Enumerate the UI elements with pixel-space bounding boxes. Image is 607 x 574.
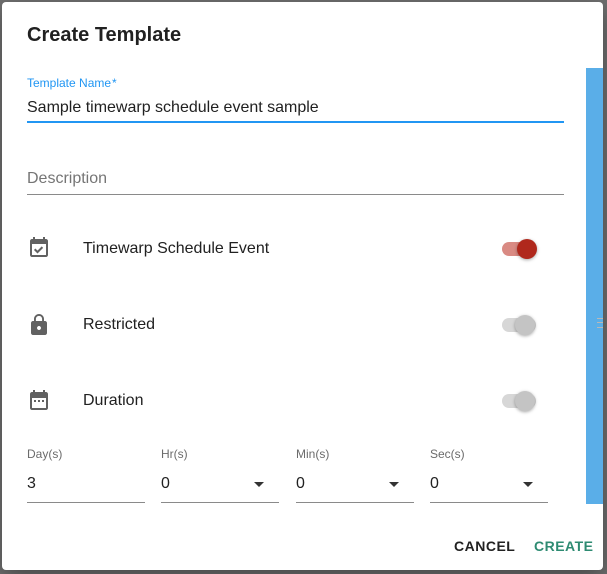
timewarp-schedule-event-label: Timewarp Schedule Event: [83, 240, 270, 257]
lock-icon: [31, 314, 47, 335]
seconds-label: Sec(s): [430, 447, 465, 461]
description-input[interactable]: Description: [27, 170, 107, 188]
duration-label: Duration: [83, 392, 144, 409]
minutes-select[interactable]: Min(s) 0: [296, 447, 414, 503]
template-name-underline: [27, 121, 564, 123]
dialog-title: Create Template: [27, 24, 182, 46]
minutes-value[interactable]: 0: [296, 475, 305, 493]
create-template-dialog: Create Template Template Name* Sample ti…: [2, 2, 603, 570]
days-input[interactable]: 3: [27, 475, 36, 493]
description-field[interactable]: Description: [27, 168, 564, 196]
hours-underline: [161, 502, 279, 503]
days-underline: [27, 502, 145, 503]
chevron-down-icon[interactable]: [389, 482, 399, 487]
days-label: Day(s): [27, 447, 63, 461]
calendar-check-icon: [30, 237, 48, 257]
chevron-down-icon[interactable]: [523, 482, 533, 487]
chevron-down-icon[interactable]: [254, 482, 264, 487]
seconds-underline: [430, 502, 548, 503]
hours-value[interactable]: 0: [161, 475, 170, 493]
description-underline: [27, 194, 564, 195]
scrollbar[interactable]: [586, 68, 603, 504]
template-name-input[interactable]: Sample timewarp schedule event sample: [27, 99, 319, 117]
days-field[interactable]: Day(s) 3: [27, 447, 145, 503]
resize-grip-icon[interactable]: [597, 318, 603, 328]
minutes-underline: [296, 502, 414, 503]
hours-select[interactable]: Hr(s) 0: [161, 447, 279, 503]
calendar-icon: [30, 390, 48, 410]
required-marker: *: [112, 76, 117, 90]
seconds-value[interactable]: 0: [430, 475, 439, 493]
seconds-select[interactable]: Sec(s) 0: [430, 447, 548, 503]
create-button[interactable]: CREATE: [534, 538, 594, 554]
hours-label: Hr(s): [161, 447, 188, 461]
template-name-field[interactable]: Template Name* Sample timewarp schedule …: [27, 74, 564, 126]
restricted-toggle[interactable]: [499, 313, 539, 337]
restricted-label: Restricted: [83, 316, 156, 333]
timewarp-schedule-event-toggle[interactable]: [499, 237, 539, 261]
cancel-button[interactable]: CANCEL: [454, 538, 515, 554]
duration-toggle[interactable]: [499, 389, 539, 413]
template-name-label: Template Name*: [27, 76, 117, 90]
minutes-label: Min(s): [296, 447, 330, 461]
